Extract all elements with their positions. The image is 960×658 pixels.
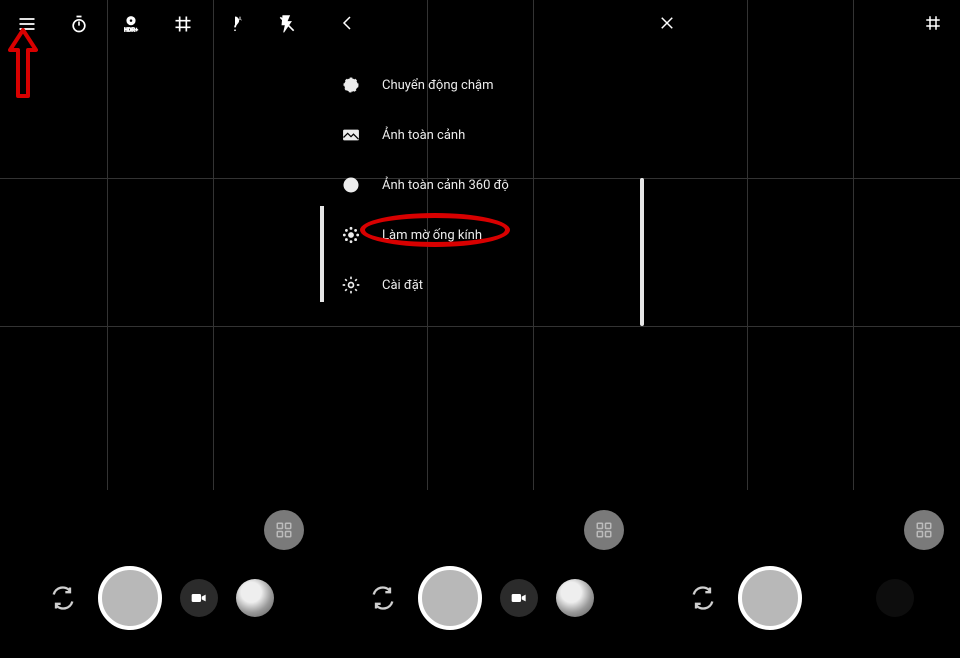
grid-icon[interactable]	[170, 11, 196, 37]
switch-camera-button[interactable]	[46, 581, 80, 615]
menu-item-label: Làm mờ ống kính	[382, 228, 482, 243]
gallery-thumbnail[interactable]	[876, 579, 914, 617]
bottom-controls	[320, 528, 640, 648]
modes-button[interactable]	[584, 510, 624, 550]
menu-item-panorama[interactable]: Ảnh toàn cảnh	[334, 110, 634, 160]
menu-item-slowmotion[interactable]: Chuyển động chậm	[334, 60, 634, 110]
mode-menu: Chuyển động chậm Ảnh toàn cảnh Ảnh toàn …	[334, 60, 634, 310]
menu-item-label: Chuyển động chậm	[382, 78, 493, 93]
shutter-button[interactable]	[418, 566, 482, 630]
slowmotion-icon	[340, 74, 362, 96]
settings-icon	[340, 274, 362, 296]
menu-item-photosphere[interactable]: Ảnh toàn cảnh 360 độ	[334, 160, 634, 210]
annotation-arrow	[8, 28, 38, 104]
camera-screen-main: HDR+ A	[0, 0, 320, 658]
close-icon[interactable]	[654, 10, 680, 36]
gallery-thumbnail[interactable]	[236, 579, 274, 617]
menu-item-settings[interactable]: Cài đặt	[334, 260, 634, 310]
hdr-icon[interactable]: HDR+	[118, 11, 144, 37]
photosphere-icon	[340, 174, 362, 196]
menu-item-label: Ảnh toàn cảnh	[382, 128, 465, 143]
switch-camera-button[interactable]	[366, 581, 400, 615]
modes-button[interactable]	[264, 510, 304, 550]
video-mode-button[interactable]	[180, 579, 218, 617]
camera-screen-lensblur	[640, 0, 960, 658]
shutter-button[interactable]	[98, 566, 162, 630]
flash-off-icon[interactable]	[274, 11, 300, 37]
bottom-controls	[0, 528, 320, 648]
svg-text:HDR+: HDR+	[124, 28, 138, 34]
menu-active-indicator	[320, 206, 324, 302]
menu-icon[interactable]	[14, 11, 40, 37]
focus-indicator	[640, 178, 644, 326]
menu-item-label: Cài đặt	[382, 278, 423, 293]
camera-screen-drawer: Chuyển động chậm Ảnh toàn cảnh Ảnh toàn …	[320, 0, 640, 658]
menu-item-lensblur[interactable]: Làm mờ ống kính	[334, 210, 634, 260]
shutter-button[interactable]	[738, 566, 802, 630]
switch-camera-button[interactable]	[686, 581, 720, 615]
lensblur-icon	[340, 224, 362, 246]
menu-item-label: Ảnh toàn cảnh 360 độ	[382, 178, 509, 193]
top-toolbar: HDR+ A	[0, 10, 320, 38]
video-mode-button[interactable]	[500, 579, 538, 617]
timer-icon[interactable]	[66, 11, 92, 37]
svg-text:A: A	[238, 17, 242, 23]
bottom-controls	[640, 528, 960, 648]
gallery-thumbnail[interactable]	[556, 579, 594, 617]
grid-icon[interactable]	[920, 10, 946, 36]
whitebalance-icon[interactable]: A	[222, 11, 248, 37]
modes-button[interactable]	[904, 510, 944, 550]
panorama-icon	[340, 124, 362, 146]
